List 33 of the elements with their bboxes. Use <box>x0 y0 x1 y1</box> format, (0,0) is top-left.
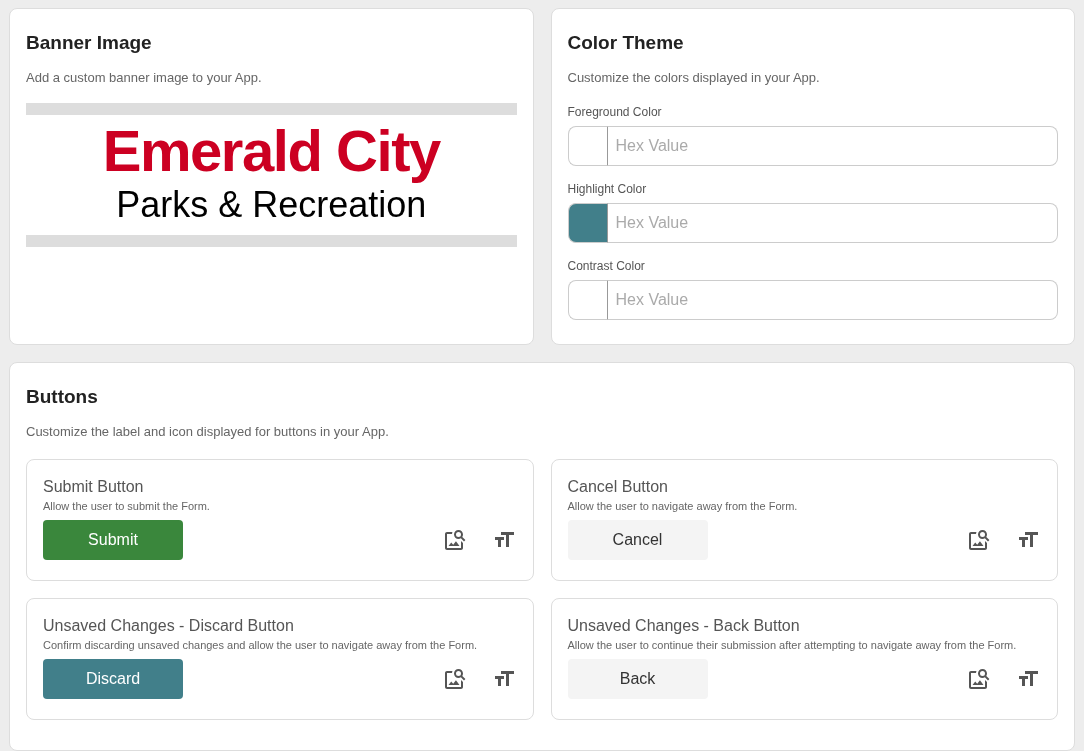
card-description: Add a custom banner image to your App. <box>26 68 262 87</box>
setting-description: Allow the user to continue their submission after attempting to navigate away from the Form. <box>567 638 1018 653</box>
setting-description: Allow the user to submit the Form. <box>43 499 211 514</box>
card-description: Customize the colors displayed in your App. <box>567 68 820 87</box>
card-title: Banner Image <box>26 31 152 55</box>
image-search-icon[interactable] <box>442 528 467 552</box>
hex-input[interactable]: Hex Value <box>607 203 1058 243</box>
hex-input[interactable]: Hex Value <box>607 126 1058 166</box>
color-swatch[interactable] <box>567 203 608 243</box>
banner-subtitle: Parks & Recreation <box>116 183 427 227</box>
preview-button[interactable]: Discard <box>43 659 183 699</box>
image-search-icon[interactable] <box>442 667 467 691</box>
preview-button[interactable]: Submit <box>43 520 183 560</box>
banner-title: Emerald City <box>102 119 440 183</box>
card-title: Buttons <box>26 385 98 409</box>
field-label: Foreground Color <box>567 104 662 121</box>
setting-title: Unsaved Changes - Discard Button <box>43 617 295 635</box>
field-label: Contrast Color <box>567 258 645 275</box>
hex-input[interactable]: Hex Value <box>607 280 1058 320</box>
field-label: Highlight Color <box>567 181 647 198</box>
color-swatch[interactable] <box>567 126 608 166</box>
image-search-icon[interactable] <box>967 667 991 691</box>
image-search-icon[interactable] <box>967 528 991 552</box>
setting-description: Confirm discarding unsaved changes and allow the user to navigate away from the Form. <box>43 638 479 653</box>
preview-button[interactable]: Cancel <box>567 520 708 560</box>
card-title: Color Theme <box>567 31 684 55</box>
setting-title: Cancel Button <box>567 478 669 496</box>
setting-title: Unsaved Changes - Back Button <box>567 617 801 635</box>
card-description: Customize the label and icon displayed for buttons in your App. <box>26 422 389 441</box>
setting-description: Allow the user to navigate away from the Form. <box>567 499 799 514</box>
color-swatch[interactable] <box>567 280 608 320</box>
preview-button[interactable]: Back <box>567 659 708 699</box>
setting-title: Submit Button <box>43 478 145 496</box>
